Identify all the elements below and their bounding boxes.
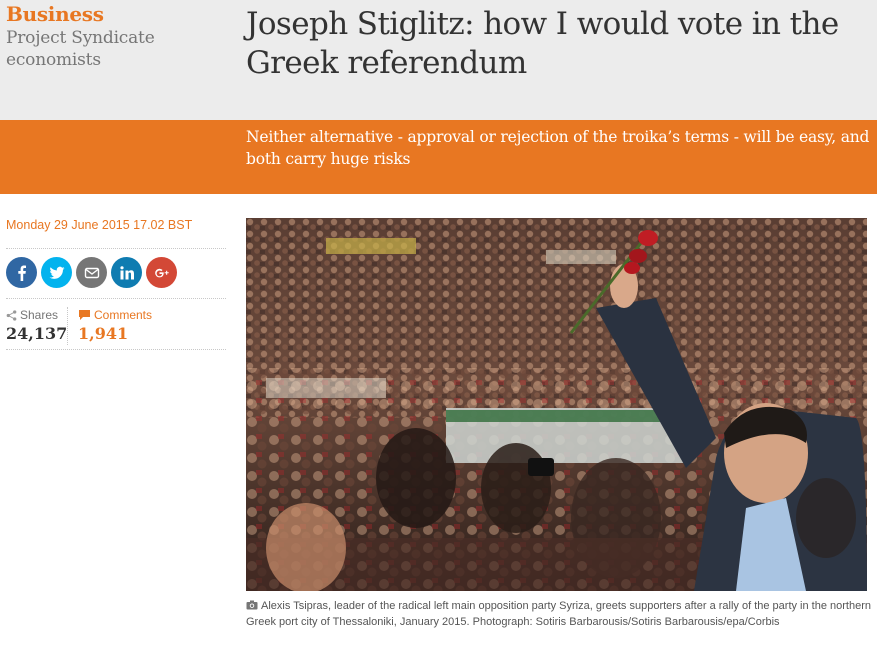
shares-count: 24,137	[6, 324, 68, 343]
comments-label-text: Comments	[94, 308, 153, 322]
comments-count-block[interactable]: Comments 1,941	[78, 307, 152, 345]
share-twitter-button[interactable]	[41, 257, 72, 288]
dateline: Monday 29 June 2015 17.02 BST	[6, 218, 226, 249]
comments-label[interactable]: Comments	[78, 307, 152, 323]
photo-caption: Alexis Tsipras, leader of the radical le…	[246, 598, 871, 630]
standfirst-band: Neither alternative - approval or reject…	[0, 120, 877, 194]
linkedin-icon	[119, 265, 134, 279]
caption-text: Alexis Tsipras, leader of the radical le…	[246, 600, 871, 628]
shares-count-block: Shares 24,137	[6, 307, 68, 345]
share-facebook-button[interactable]	[6, 257, 37, 288]
section-block: Business Project Syndicate economists	[6, 2, 226, 71]
headline: Joseph Stiglitz: how I would vote in the…	[246, 6, 839, 81]
share-icon	[6, 309, 17, 321]
comment-icon	[79, 310, 90, 320]
comments-count[interactable]: 1,941	[78, 323, 152, 345]
rally-photo-illustration	[246, 218, 867, 591]
share-linkedin-button[interactable]	[111, 257, 142, 288]
twitter-icon	[49, 266, 64, 279]
article-meta: Monday 29 June 2015 17.02 BST Shares 24,…	[6, 218, 226, 350]
series-link[interactable]: Project Syndicate economists	[6, 27, 226, 71]
google-plus-icon	[154, 268, 169, 277]
main-photo	[246, 218, 867, 591]
section-link[interactable]: Business	[6, 2, 226, 26]
share-buttons	[6, 249, 226, 299]
camera-icon	[246, 600, 258, 610]
article-header: Business Project Syndicate economists Jo…	[0, 0, 877, 120]
share-email-button[interactable]	[76, 257, 107, 288]
engagement-counts: Shares 24,137 Comments 1,941	[6, 299, 226, 350]
shares-label: Shares	[6, 307, 67, 323]
share-google-plus-button[interactable]	[146, 257, 177, 288]
standfirst: Neither alternative - approval or reject…	[246, 128, 870, 168]
shares-label-text: Shares	[20, 308, 59, 322]
email-icon	[84, 267, 99, 278]
facebook-icon	[17, 265, 26, 281]
